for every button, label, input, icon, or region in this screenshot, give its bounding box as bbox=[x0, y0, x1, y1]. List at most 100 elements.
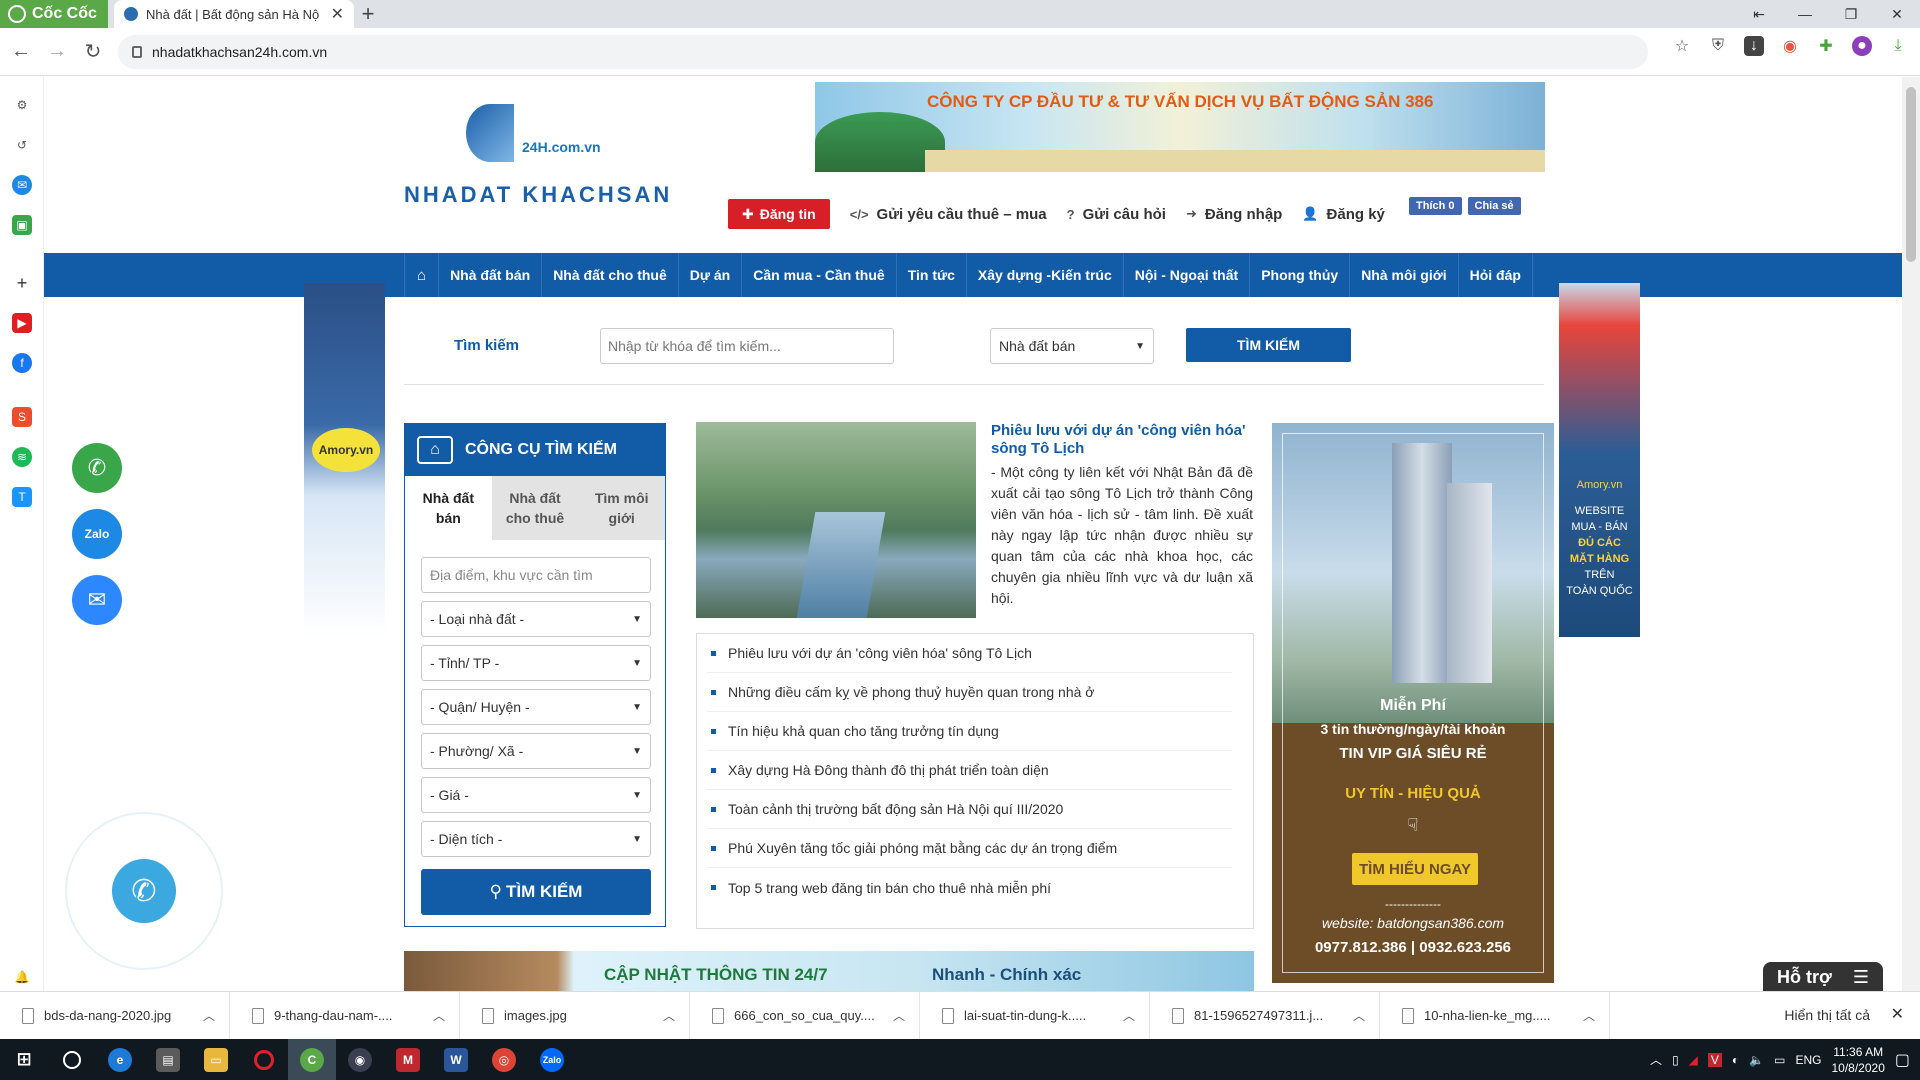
show-all-downloads-link[interactable]: Hiển thị tất cả bbox=[1784, 1007, 1870, 1023]
news-link[interactable]: Những điều cấm kỵ về phong thuỷ huyền qu… bbox=[728, 684, 1094, 700]
province-select[interactable]: - Tỉnh/ TP - ▼ bbox=[421, 645, 651, 681]
send-question-link[interactable]: ? Gửi câu hỏi bbox=[1067, 206, 1166, 223]
notifications-icon[interactable]: 🔔 bbox=[12, 967, 32, 987]
tray-v-icon[interactable]: V bbox=[1707, 1052, 1722, 1067]
site-logo[interactable]: 24H.com.vn NHADAT KHACHSAN bbox=[404, 99, 669, 207]
close-window-icon[interactable]: ✕ bbox=[1874, 0, 1920, 28]
list-item[interactable]: Xây dựng Hà Đông thành đô thị phát triển… bbox=[707, 751, 1232, 790]
area-select[interactable]: - Diện tích - ▼ bbox=[421, 821, 651, 857]
news-link[interactable]: Phiêu lưu với dự án 'công viên hóa' sông… bbox=[728, 645, 1032, 661]
youtube-icon[interactable]: ▶ bbox=[12, 313, 32, 333]
list-item[interactable]: Phiêu lưu với dự án 'công viên hóa' sông… bbox=[707, 634, 1232, 673]
support-button[interactable]: Hỗ trợ ☰ bbox=[1763, 962, 1883, 991]
home-icon[interactable]: ⌂ bbox=[404, 253, 440, 297]
chevron-up-icon[interactable]: ︿ bbox=[1583, 1007, 1595, 1024]
real-estate-ad[interactable]: Miễn Phí 3 tin thường/ngày/tài khoản TIN… bbox=[1272, 423, 1554, 983]
search-taskbar-button[interactable] bbox=[48, 1039, 96, 1080]
tray-antivirus-icon[interactable]: ◢ bbox=[1689, 1053, 1698, 1067]
antivirus-taskbar-button[interactable]: M bbox=[384, 1039, 432, 1080]
page-scrollbar[interactable] bbox=[1902, 77, 1920, 991]
district-select[interactable]: - Quận/ Huyện - ▼ bbox=[421, 689, 651, 725]
notification-center-icon[interactable]: ▢ bbox=[1895, 1050, 1910, 1070]
nav-item-xay-dung[interactable]: Xây dựng -Kiến trúc bbox=[967, 253, 1124, 297]
browser-tab[interactable]: Nhà đất | Bất động sản Hà Nộ ✕ bbox=[114, 0, 354, 28]
nav-item-hoi-dap[interactable]: Hỏi đáp bbox=[1459, 253, 1533, 297]
fb-like-button[interactable]: Thích 0 bbox=[1409, 197, 1462, 215]
tray-usb-icon[interactable]: ▯ bbox=[1672, 1053, 1679, 1067]
left-side-ad[interactable]: Amory.vn bbox=[304, 283, 385, 637]
coccoc-extension-icon[interactable]: ◉ bbox=[1780, 36, 1800, 56]
camera-taskbar-button[interactable]: ◉ bbox=[336, 1039, 384, 1080]
nav-item-nha-dat-ban[interactable]: Nhà đất bán bbox=[439, 253, 543, 297]
chevron-up-icon[interactable]: ︿ bbox=[433, 1007, 445, 1024]
list-item[interactable]: Tín hiệu khả quan cho tăng trưởng tín dụ… bbox=[707, 712, 1232, 751]
word-taskbar-button[interactable]: W bbox=[432, 1039, 480, 1080]
nav-item-du-an[interactable]: Dự án bbox=[679, 253, 743, 297]
chevron-up-icon[interactable]: ︿ bbox=[203, 1007, 215, 1024]
store-taskbar-button[interactable]: ▤ bbox=[144, 1039, 192, 1080]
register-link[interactable]: 👤 Đăng ký bbox=[1302, 206, 1385, 223]
nav-item-can-mua-can-thue[interactable]: Cần mua - Cần thuê bbox=[742, 253, 897, 297]
tab-nha-dat-cho-thue[interactable]: Nhà đất cho thuê bbox=[492, 476, 579, 540]
restore-tabs-icon[interactable]: ⇤ bbox=[1736, 0, 1782, 28]
featured-news-image[interactable] bbox=[696, 422, 976, 618]
chevron-up-icon[interactable]: ︿ bbox=[663, 1007, 675, 1024]
forward-icon[interactable]: → bbox=[42, 37, 72, 67]
phone-float-button[interactable]: ✆ bbox=[72, 443, 122, 493]
back-icon[interactable]: ← bbox=[6, 37, 36, 67]
puzzle-extension-icon[interactable]: ✚ bbox=[1816, 36, 1836, 56]
tab-nha-dat-ban[interactable]: Nhà đất bán bbox=[405, 476, 492, 540]
top-banner-ad[interactable]: CÔNG TY CP ĐẦU TƯ & TƯ VẤN DỊCH VỤ BẤT Đ… bbox=[815, 82, 1545, 172]
profile-avatar-icon[interactable]: ● bbox=[1852, 36, 1872, 56]
browser-brand[interactable]: Cốc Cốc bbox=[0, 0, 108, 28]
chevron-up-icon[interactable]: ︿ bbox=[1353, 1007, 1365, 1024]
download-item[interactable]: bds-da-nang-2020.jpg ︿ bbox=[0, 991, 230, 1040]
chrome-taskbar-button[interactable]: ◎ bbox=[480, 1039, 528, 1080]
send-request-link[interactable]: </> Gửi yêu cầu thuê – mua bbox=[850, 206, 1047, 223]
bottom-banner-ad[interactable]: CẬP NHẬT THÔNG TIN 24/7 Nhanh - Chính xá… bbox=[404, 951, 1254, 991]
nav-item-nha-dat-cho-thue[interactable]: Nhà đất cho thuê bbox=[542, 253, 679, 297]
nav-item-phong-thuy[interactable]: Phong thủy bbox=[1250, 253, 1351, 297]
login-link[interactable]: ➜ Đăng nhập bbox=[1186, 206, 1282, 223]
volume-icon[interactable]: 🔈 bbox=[1749, 1053, 1764, 1067]
facebook-icon[interactable]: f bbox=[12, 353, 32, 373]
maximize-icon[interactable]: ❐ bbox=[1828, 0, 1874, 28]
news-link[interactable]: Xây dựng Hà Đông thành đô thị phát triển… bbox=[728, 762, 1049, 778]
close-tab-icon[interactable]: ✕ bbox=[331, 4, 344, 24]
tiki-icon[interactable]: T bbox=[12, 487, 32, 507]
download-item[interactable]: 10-nha-lien-ke_mg..... ︿ bbox=[1380, 991, 1610, 1040]
call-ring-button[interactable]: ✆ bbox=[65, 812, 223, 970]
spotify-icon[interactable]: ≋ bbox=[12, 447, 32, 467]
tray-chevron-icon[interactable]: ︿ bbox=[1650, 1051, 1662, 1068]
nav-item-nha-moi-gioi[interactable]: Nhà môi giới bbox=[1350, 253, 1459, 297]
search-category-select[interactable]: Nhà đất bán ▼ bbox=[990, 328, 1154, 364]
list-item[interactable]: Top 5 trang web đăng tin bán cho thuê nh… bbox=[707, 868, 1232, 907]
right-side-ad[interactable]: Amory.vn WEBSITE MUA - BÁN ĐỦ CÁC MẶT HÀ… bbox=[1559, 283, 1640, 637]
clock[interactable]: 11:36 AM 10/8/2020 bbox=[1831, 1044, 1884, 1076]
zalo-float-button[interactable]: Zalo bbox=[72, 509, 122, 559]
location-input[interactable]: Địa điểm, khu vực cần tìm bbox=[421, 557, 651, 593]
game-icon[interactable]: ▣ bbox=[12, 215, 32, 235]
list-item[interactable]: Toàn cảnh thị trường bất động sản Hà Nội… bbox=[707, 790, 1232, 829]
messenger-float-button[interactable]: ✉ bbox=[72, 575, 122, 625]
history-icon[interactable]: ↺ bbox=[12, 135, 32, 155]
explorer-taskbar-button[interactable]: ▭ bbox=[192, 1039, 240, 1080]
tool-search-button[interactable]: ⚲ TÌM KIẾM bbox=[421, 869, 651, 915]
settings-icon[interactable]: ⚙ bbox=[12, 95, 32, 115]
nav-item-tin-tuc[interactable]: Tin tức bbox=[897, 253, 967, 297]
tray-app-icon[interactable]: ◐ bbox=[1732, 1053, 1739, 1067]
ward-select[interactable]: - Phường/ Xã - ▼ bbox=[421, 733, 651, 769]
news-link[interactable]: Tín hiệu khả quan cho tăng trưởng tín dụ… bbox=[728, 723, 999, 739]
edge-taskbar-button[interactable]: e bbox=[96, 1039, 144, 1080]
add-sidebar-icon[interactable]: + bbox=[12, 273, 32, 293]
download-item[interactable]: lai-suat-tin-dung-k..... ︿ bbox=[920, 991, 1150, 1040]
bookmark-star-icon[interactable]: ☆ bbox=[1672, 36, 1692, 56]
tab-tim-moi-gioi[interactable]: Tìm môi giới bbox=[578, 476, 665, 540]
property-type-select[interactable]: - Loại nhà đất - ▼ bbox=[421, 601, 651, 637]
network-icon[interactable]: ▭ bbox=[1774, 1053, 1785, 1067]
download-icon[interactable]: ↓ bbox=[1744, 36, 1764, 56]
search-button[interactable]: TÌM KIẾM bbox=[1186, 328, 1351, 362]
download-arrow-icon[interactable]: ⤓ bbox=[1888, 36, 1908, 56]
featured-news-title[interactable]: Phiêu lưu với dự án 'công viên hóa' sông… bbox=[991, 422, 1253, 458]
download-item[interactable]: 81-1596527497311.j... ︿ bbox=[1150, 991, 1380, 1040]
